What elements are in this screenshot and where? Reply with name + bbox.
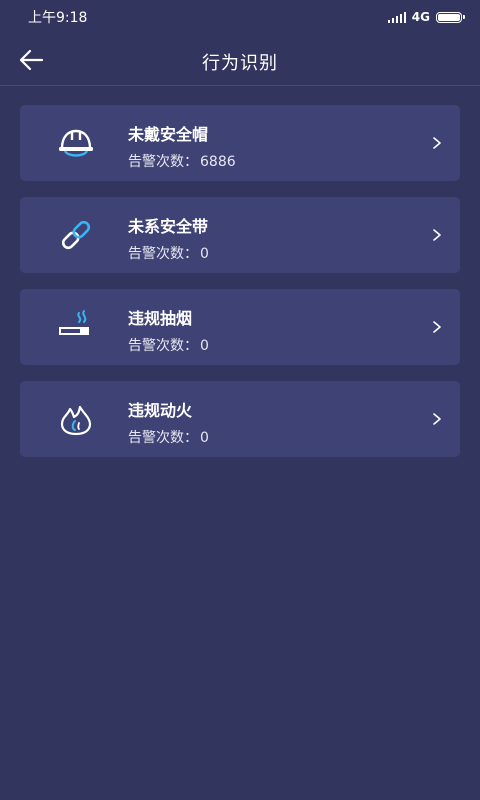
fire-icon <box>60 405 92 436</box>
card-title: 未戴安全帽 <box>128 125 209 144</box>
card-smoking[interactable]: 违规抽烟 告警次数： 0 <box>20 289 460 365</box>
status-indicators: 4G <box>387 10 465 24</box>
nav-bar: 行为识别 <box>0 34 480 86</box>
alert-count: 告警次数： 0 <box>128 243 209 263</box>
alert-count-label: 告警次数： <box>128 154 198 170</box>
helmet-icon <box>59 129 93 157</box>
behavior-list: 未戴安全帽 告警次数： 6886 未系安全带 告警次数： 0 违规抽烟 告警次数： 0 <box>20 105 460 473</box>
card-no-helmet[interactable]: 未戴安全帽 告警次数： 6886 <box>20 105 460 181</box>
card-no-seatbelt[interactable]: 未系安全带 告警次数： 0 <box>20 197 460 273</box>
status-bar: 上午9:18 4G <box>0 0 480 34</box>
page-title: 行为识别 <box>202 53 278 74</box>
card-title: 违规抽烟 <box>128 309 193 328</box>
alert-count: 告警次数： 6886 <box>128 151 236 171</box>
card-title: 未系安全带 <box>128 217 209 236</box>
alert-count: 告警次数： 0 <box>128 427 209 447</box>
battery-icon <box>436 11 465 23</box>
status-time: 上午9:18 <box>28 10 88 26</box>
alert-count-value: 0 <box>200 246 209 262</box>
signal-icon <box>387 11 406 23</box>
network-type: 4G <box>411 10 430 24</box>
card-fire[interactable]: 违规动火 告警次数： 0 <box>20 381 460 457</box>
chevron-right-icon <box>433 137 441 149</box>
chevron-right-icon <box>433 413 441 425</box>
alert-count: 告警次数： 0 <box>128 335 209 355</box>
card-title: 违规动火 <box>128 401 193 420</box>
alert-count-value: 0 <box>200 338 209 354</box>
alert-count-label: 告警次数： <box>128 246 198 262</box>
cigarette-icon <box>59 310 89 335</box>
alert-count-value: 6886 <box>200 154 236 170</box>
chevron-right-icon <box>433 321 441 333</box>
alert-count-label: 告警次数： <box>128 430 198 446</box>
link-icon <box>61 220 91 250</box>
chevron-right-icon <box>433 229 441 241</box>
alert-count-label: 告警次数： <box>128 338 198 354</box>
alert-count-value: 0 <box>200 430 209 446</box>
